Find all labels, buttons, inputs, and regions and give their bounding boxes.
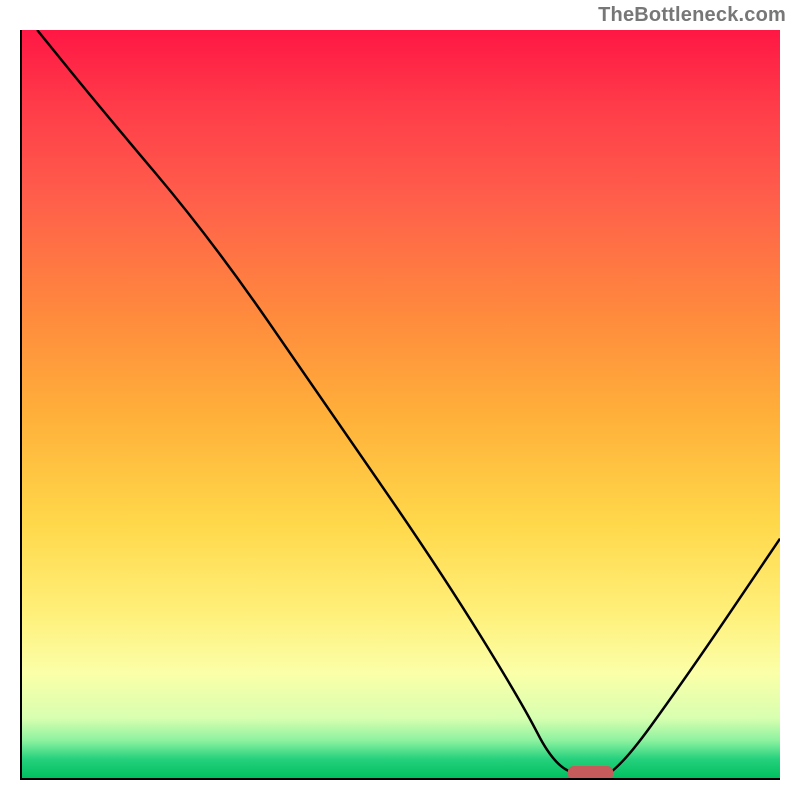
watermark-text: TheBottleneck.com [598, 4, 786, 27]
plot-area [20, 30, 780, 780]
chart-container: TheBottleneck.com [0, 0, 800, 800]
chart-svg [22, 30, 780, 778]
bottom-marker [568, 766, 613, 778]
chart-curve [37, 30, 780, 778]
